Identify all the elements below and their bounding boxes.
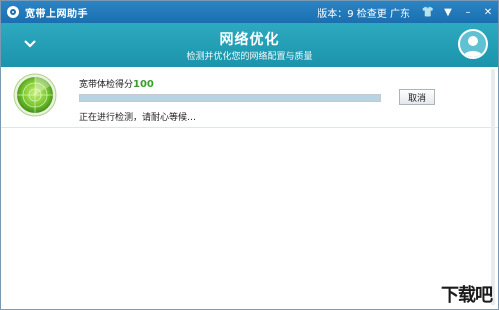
app-logo-icon [7, 6, 19, 18]
scrollbar[interactable] [491, 69, 495, 305]
watermark: 下载吧 [441, 285, 493, 306]
skin-button[interactable]: 👕 [418, 1, 438, 23]
shirt-icon: 👕 [421, 6, 435, 18]
page-title: 网络优化 [219, 32, 280, 48]
page-header: 网络优化 检测并优化您的网络配置与质量 [1, 23, 498, 67]
app-title: 宽带上网助手 [25, 8, 88, 20]
progress-fill [80, 95, 380, 101]
minimize-button[interactable]: – [458, 1, 478, 23]
version-text: 版本：9 检查更 广东 [317, 8, 410, 20]
titlebar-controls: 版本：9 检查更 广东 👕 ▼ – ✕ [317, 1, 498, 23]
minimize-icon: – [465, 6, 471, 18]
score-label: 宽带体检得分100 [79, 77, 154, 90]
app-window: 宽带上网助手 版本：9 检查更 广东 👕 ▼ – ✕ 网络优化 检测并优化您的网… [0, 0, 499, 310]
page-subtitle: 检测并优化您的网络配置与质量 [186, 52, 313, 62]
scan-row: 宽带体检得分100 正在进行检测，请耐心等候… 取消 [1, 67, 498, 128]
content-area: 宽带体检得分100 正在进行检测，请耐心等候… 取消 下载吧 [1, 67, 498, 309]
close-icon: ✕ [483, 6, 493, 18]
menu-button[interactable]: ▼ [438, 1, 458, 23]
cancel-button[interactable]: 取消 [399, 89, 435, 105]
close-button[interactable]: ✕ [478, 1, 498, 23]
user-icon [463, 36, 483, 57]
score-value: 100 [133, 79, 154, 90]
progress-bar [79, 94, 381, 102]
radar-icon [13, 73, 57, 117]
menu-icon: ▼ [444, 6, 452, 18]
avatar[interactable] [458, 29, 488, 59]
title-bar: 宽带上网助手 版本：9 检查更 广东 👕 ▼ – ✕ [1, 1, 498, 23]
score-label-text: 宽带体检得分 [79, 80, 134, 90]
status-text: 正在进行检测，请耐心等候… [79, 113, 197, 123]
